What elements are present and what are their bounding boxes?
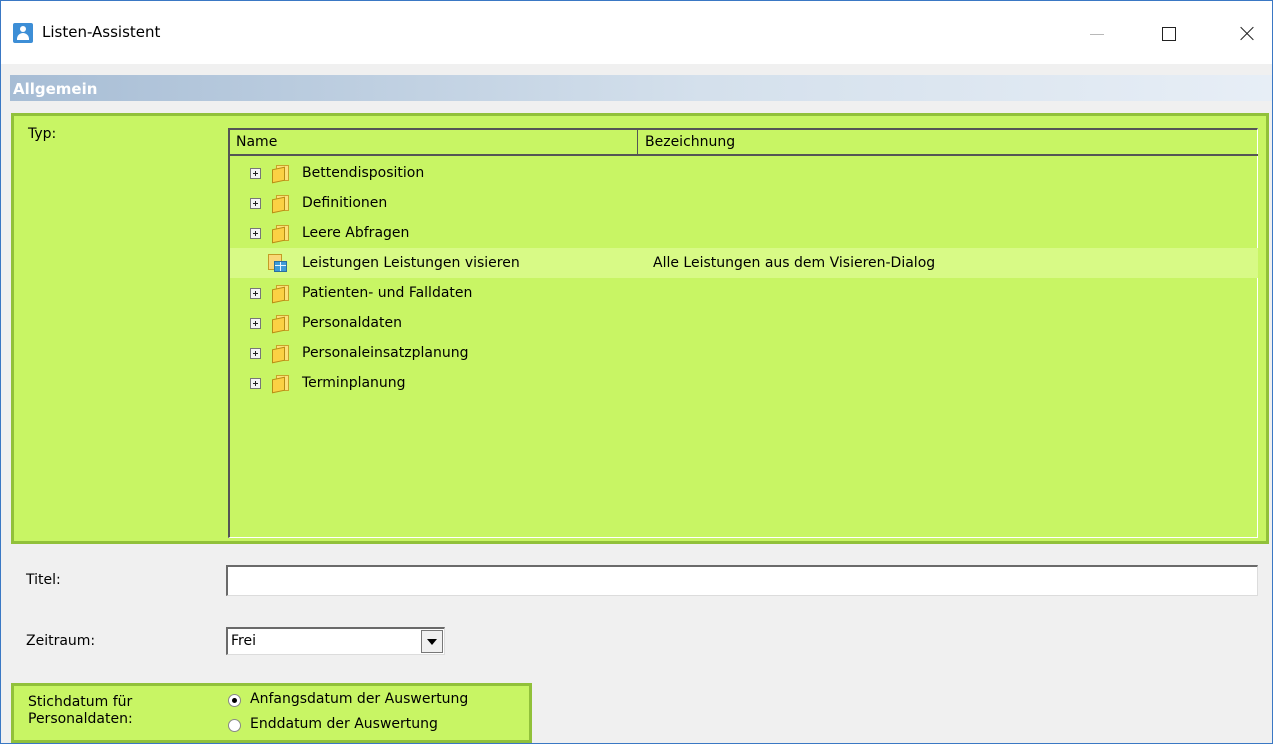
typ-tree-list[interactable]: Name Bezeichnung Bettendisposition Defin… <box>228 128 1258 538</box>
title-bar: Listen-Assistent <box>1 1 1272 64</box>
folder-icon <box>272 195 290 214</box>
typ-label: Typ: <box>28 126 57 142</box>
listen-assistent-window: Listen-Assistent Allgemein Typ: Name Bez… <box>0 0 1273 744</box>
folder-icon <box>272 165 290 184</box>
stichdatum-label-line2: Personaldaten: <box>28 711 133 727</box>
close-button[interactable] <box>1223 11 1267 55</box>
stichdatum-label: Stichdatum für Personaldaten: <box>28 694 133 728</box>
tree-header: Name Bezeichnung <box>230 130 1258 156</box>
column-header-name[interactable]: Name <box>230 130 638 154</box>
tree-row[interactable]: Bettendisposition <box>230 158 1258 188</box>
expand-plus-icon[interactable] <box>250 228 261 239</box>
zeitraum-select[interactable]: Frei <box>226 627 445 655</box>
radio-enddatum[interactable] <box>228 719 241 732</box>
expand-plus-icon[interactable] <box>250 198 261 209</box>
titel-input[interactable] <box>226 565 1258 596</box>
expand-plus-icon[interactable] <box>250 168 261 179</box>
stichdatum-panel: Stichdatum für Personaldaten: Anfangsdat… <box>11 683 532 743</box>
radio-anfangsdatum-label[interactable]: Anfangsdatum der Auswertung <box>250 691 468 707</box>
tree-row-selected[interactable]: Leistungen Leistungen visieren Alle Leis… <box>230 248 1258 278</box>
radio-anfangsdatum[interactable] <box>228 694 241 707</box>
folder-icon <box>272 375 290 394</box>
stichdatum-label-line1: Stichdatum für <box>28 694 133 710</box>
maximize-button[interactable] <box>1147 11 1191 55</box>
folder-icon <box>272 285 290 304</box>
tree-row-name: Leere Abfragen <box>302 225 410 241</box>
tree-row-name: Definitionen <box>302 195 388 211</box>
tree-row[interactable]: Terminplanung <box>230 368 1258 398</box>
tree-row[interactable]: Leere Abfragen <box>230 218 1258 248</box>
tree-row-bezeichnung: Alle Leistungen aus dem Visieren-Dialog <box>653 255 936 271</box>
tree-row-name: Patienten- und Falldaten <box>302 285 473 301</box>
tree-row-name: Terminplanung <box>302 375 406 391</box>
tree-row-name: Bettendisposition <box>302 165 425 181</box>
query-table-icon <box>268 254 288 273</box>
tree-row[interactable]: Personaldaten <box>230 308 1258 338</box>
folder-icon <box>272 345 290 364</box>
app-user-icon <box>13 23 33 43</box>
tree-row-name: Personaleinsatzplanung <box>302 345 469 361</box>
tree-row-name: Leistungen Leistungen visieren <box>302 255 520 271</box>
typ-panel: Typ: Name Bezeichnung Bettendisposition … <box>11 113 1269 544</box>
tree-row[interactable]: Personaleinsatzplanung <box>230 338 1258 368</box>
tree-row-name: Personaldaten <box>302 315 402 331</box>
folder-icon <box>272 315 290 334</box>
expand-plus-icon[interactable] <box>250 288 261 299</box>
tree-row[interactable]: Patienten- und Falldaten <box>230 278 1258 308</box>
expand-plus-icon[interactable] <box>250 318 261 329</box>
titel-label: Titel: <box>26 572 61 588</box>
tree-row[interactable]: Definitionen <box>230 188 1258 218</box>
section-header-allgemein: Allgemein <box>10 75 1272 101</box>
column-header-bezeichnung[interactable]: Bezeichnung <box>639 130 1258 154</box>
dropdown-arrow-icon[interactable] <box>421 630 443 653</box>
zeitraum-label: Zeitraum: <box>26 633 96 649</box>
minimize-button[interactable] <box>1080 11 1124 55</box>
radio-enddatum-label[interactable]: Enddatum der Auswertung <box>250 716 438 732</box>
window-title: Listen-Assistent <box>42 23 161 41</box>
folder-icon <box>272 225 290 244</box>
expand-plus-icon[interactable] <box>250 348 261 359</box>
expand-plus-icon[interactable] <box>250 378 261 389</box>
zeitraum-selected-value: Frei <box>231 633 256 649</box>
